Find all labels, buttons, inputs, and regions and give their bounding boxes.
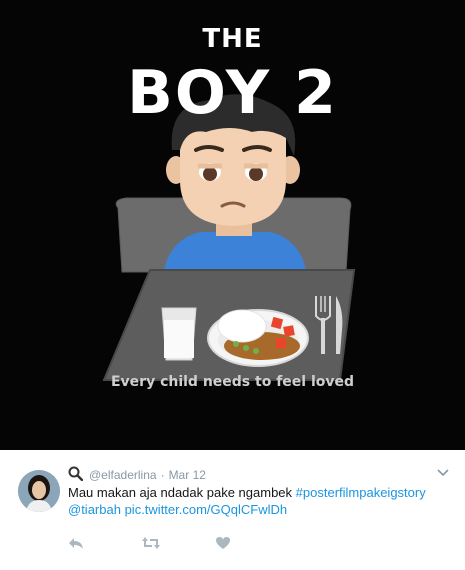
tweet-media-image[interactable]: THE BOY 2 Every child needs to feel love… xyxy=(0,0,465,450)
magnifier-icon xyxy=(68,466,84,484)
tweet-text: Mau makan aja ndadak pake ngambek #poste… xyxy=(68,484,453,518)
hashtag-link[interactable]: #posterfilmpakeigstory xyxy=(296,485,426,500)
poster-tagline: Every child needs to feel loved xyxy=(110,374,355,390)
tweet-meta: @elfaderlina · Mar 12 xyxy=(68,466,206,484)
tweet-card: @elfaderlina · Mar 12 Mau makan aja ndad… xyxy=(0,450,465,570)
tweet-date[interactable]: Mar 12 xyxy=(169,468,206,482)
poster-title-line1: THE xyxy=(202,24,263,54)
reply-icon[interactable] xyxy=(68,536,84,555)
retweet-icon[interactable] xyxy=(142,536,160,555)
avatar[interactable] xyxy=(18,470,60,512)
pic-link[interactable]: pic.twitter.com/GQqlCFwlDh xyxy=(125,502,288,517)
poster-title-line2: BOY 2 xyxy=(127,58,338,128)
heart-icon[interactable] xyxy=(215,536,231,555)
mention-link[interactable]: @tiarbah xyxy=(68,502,121,517)
chevron-down-icon[interactable] xyxy=(436,466,450,478)
meta-separator: · xyxy=(160,468,165,482)
tweet-handle[interactable]: @elfaderlina xyxy=(89,468,157,482)
tweet-text-plain: Mau makan aja ndadak pake ngambek xyxy=(68,485,296,500)
